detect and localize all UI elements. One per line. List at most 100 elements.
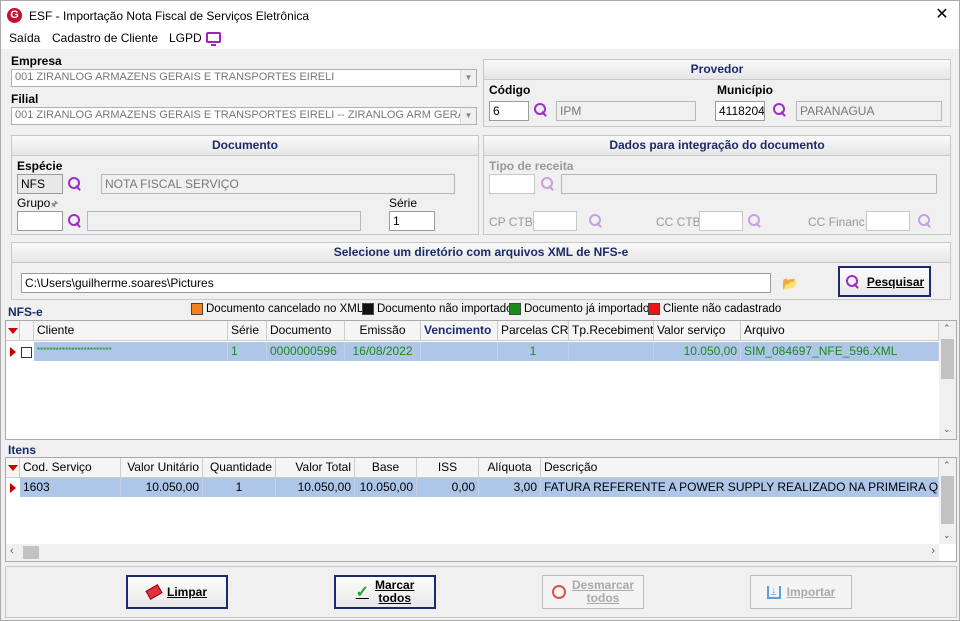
scroll-thumb[interactable]: [941, 339, 954, 379]
cell-parcelas: 1: [498, 342, 569, 361]
col-serie[interactable]: Série: [228, 321, 267, 341]
menu-cadastro-cliente[interactable]: Cadastro de Cliente: [52, 31, 158, 45]
legend-swatch-cliente: [648, 303, 660, 315]
nfse-title: NFS-e: [8, 305, 43, 319]
menu-bar: Saída Cadastro de Cliente LGPD: [1, 31, 959, 49]
cell-cod: 1603: [20, 478, 121, 497]
arrow-down-icon: [8, 328, 18, 334]
grupo-desc: [87, 211, 361, 231]
serie-input[interactable]: 1: [389, 211, 435, 231]
chevron-up-icon: ⌃: [943, 460, 951, 470]
scroll-thumb[interactable]: [23, 546, 39, 559]
filial-label: Filial: [11, 92, 39, 106]
col-cod-servico[interactable]: Cod. Serviço: [20, 458, 121, 478]
legend-ja-importado: Documento já importado: [524, 303, 650, 315]
search-icon[interactable]: [540, 176, 556, 192]
menu-saida[interactable]: Saída: [9, 31, 40, 45]
row-pointer-icon: [10, 347, 16, 357]
col-valor-total[interactable]: Valor Total: [276, 458, 355, 478]
import-icon: ↓: [766, 585, 781, 599]
col-tp-recebimento[interactable]: Tp.Recebimento: [569, 321, 654, 341]
diretorio-path-input[interactable]: C:\Users\guilherme.soares\Pictures: [21, 273, 771, 293]
search-icon[interactable]: [772, 102, 788, 118]
col-cliente[interactable]: Cliente: [34, 321, 228, 341]
legend-swatch-cancelado: [191, 303, 203, 315]
search-icon[interactable]: [533, 102, 549, 118]
arrow-down-icon: [8, 465, 18, 471]
especie-desc: NOTA FISCAL SERVIÇO: [101, 174, 455, 194]
title-bar: G ESF - Importação Nota Fiscal de Serviç…: [1, 1, 959, 31]
especie-input[interactable]: NFS: [17, 174, 63, 194]
close-icon[interactable]: ✕: [933, 6, 951, 24]
search-icon: [845, 274, 861, 290]
col-documento[interactable]: Documento: [267, 321, 345, 341]
chevron-down-icon: ▼: [460, 108, 476, 124]
cp-ctb-input[interactable]: [533, 211, 577, 231]
col-descricao[interactable]: Descrição: [541, 458, 939, 478]
itens-hscroll[interactable]: ‹ ›: [6, 544, 939, 561]
col-check: [20, 321, 34, 341]
col-vencimento[interactable]: Vencimento: [421, 321, 498, 341]
chevron-up-icon: ⌃: [943, 323, 951, 333]
cc-financ-input[interactable]: [866, 211, 910, 231]
col-quantidade[interactable]: Quantidade: [203, 458, 276, 478]
tipo-receita-input[interactable]: [489, 174, 535, 194]
filial-select[interactable]: 001 ZIRANLOG ARMAZENS GERAIS E TRANSPORT…: [11, 107, 477, 125]
marcar-todos-button[interactable]: ✓ Marcar todos: [334, 575, 436, 609]
importar-label: Importar: [786, 585, 836, 599]
limpar-button[interactable]: Limpar: [126, 575, 228, 609]
itens-vscroll[interactable]: ⌃ ⌄: [939, 458, 956, 544]
search-icon[interactable]: [588, 213, 604, 229]
chevron-down-icon: ▼: [460, 70, 476, 86]
legend-nao-importado: Documento não importado: [377, 303, 513, 315]
cell-descricao: FATURA REFERENTE A POWER SUPPLY REALIZAD…: [541, 478, 939, 497]
nfse-vscroll[interactable]: ⌃ ⌄: [939, 321, 956, 439]
menu-lgpd[interactable]: LGPD: [169, 31, 202, 45]
main-window: G ESF - Importação Nota Fiscal de Serviç…: [0, 0, 960, 621]
desmarcar-label-2: todos: [586, 591, 620, 605]
empresa-select[interactable]: 001 ZIRANLOG ARMAZENS GERAIS E TRANSPORT…: [11, 69, 477, 87]
col-valor[interactable]: Valor serviço: [654, 321, 741, 341]
grupo-label: Grupo: [17, 196, 51, 210]
row-pointer-icon: [10, 483, 16, 493]
codigo-desc: IPM: [556, 101, 696, 121]
col-arquivo[interactable]: Arquivo: [741, 321, 939, 341]
provedor-title: Provedor: [484, 60, 950, 80]
monitor-icon[interactable]: [206, 32, 221, 46]
col-aliquota[interactable]: Alíquota: [479, 458, 541, 478]
importar-button[interactable]: ↓ Importar: [750, 575, 852, 609]
legend-cancelado: Documento cancelado no XML: [206, 303, 364, 315]
pesquisar-label: Pesquisar: [866, 274, 925, 289]
tipo-receita-label: Tipo de receita: [489, 159, 574, 173]
pesquisar-button[interactable]: Pesquisar: [838, 266, 931, 297]
itens-title: Itens: [8, 443, 37, 457]
marcar-label-2: todos: [378, 591, 412, 605]
search-icon[interactable]: [747, 213, 763, 229]
search-icon[interactable]: [67, 176, 83, 192]
col-parcelas[interactable]: Parcelas CRC: [498, 321, 569, 341]
folder-icon[interactable]: 📂: [782, 276, 798, 292]
itens-grid: Cod. Serviço Valor Unitário Quantidade V…: [5, 457, 957, 562]
search-icon[interactable]: [917, 213, 933, 229]
cell-base: 10.050,00: [355, 478, 417, 497]
cp-ctb-label: CP CTB: [489, 215, 533, 229]
limpar-label: Limpar: [166, 585, 207, 599]
desmarcar-todos-button[interactable]: Desmarcar todos: [542, 575, 644, 609]
empresa-label: Empresa: [11, 54, 62, 68]
col-valor-unitario[interactable]: Valor Unitário: [121, 458, 203, 478]
grid-corner: [6, 321, 20, 341]
cc-financ-label: CC Financ.: [808, 215, 869, 229]
codigo-label: Código: [489, 83, 531, 97]
col-base[interactable]: Base: [355, 458, 417, 478]
cell-documento: 0000000596: [267, 342, 345, 361]
check-icon: ✓: [355, 584, 370, 601]
cc-ctb-input[interactable]: [699, 211, 743, 231]
col-emissao[interactable]: Emissão: [345, 321, 421, 341]
col-iss[interactable]: ISS: [417, 458, 479, 478]
grupo-input[interactable]: [17, 211, 63, 231]
codigo-input[interactable]: 6: [489, 101, 529, 121]
search-icon[interactable]: [67, 213, 83, 229]
scroll-thumb[interactable]: [941, 476, 954, 524]
municipio-input[interactable]: 4118204: [715, 101, 765, 121]
row-checkbox[interactable]: [21, 347, 32, 358]
